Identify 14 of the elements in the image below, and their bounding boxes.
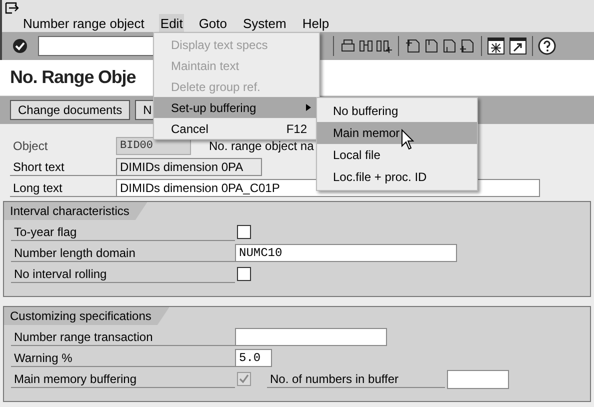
field-label: Number range transaction — [11, 328, 235, 346]
field-label: Object — [12, 138, 49, 155]
shortcut-label: F12 — [286, 120, 308, 138]
group-title: Customizing specifications — [4, 307, 170, 325]
group-title: Interval characteristics — [4, 202, 148, 220]
screen-title: No. Range Obje — [10, 66, 136, 89]
field-label: Warning % — [11, 349, 235, 367]
field-label: Number length domain — [11, 244, 235, 262]
field-label: No. of numbers in buffer — [267, 370, 445, 388]
object-description: No. range object na — [209, 138, 314, 155]
field-label: To-year flag — [11, 223, 235, 241]
field-label: No interval rolling — [11, 265, 235, 283]
field-label: Main memory buffering — [11, 370, 235, 388]
object-value: BID00 — [116, 137, 191, 155]
